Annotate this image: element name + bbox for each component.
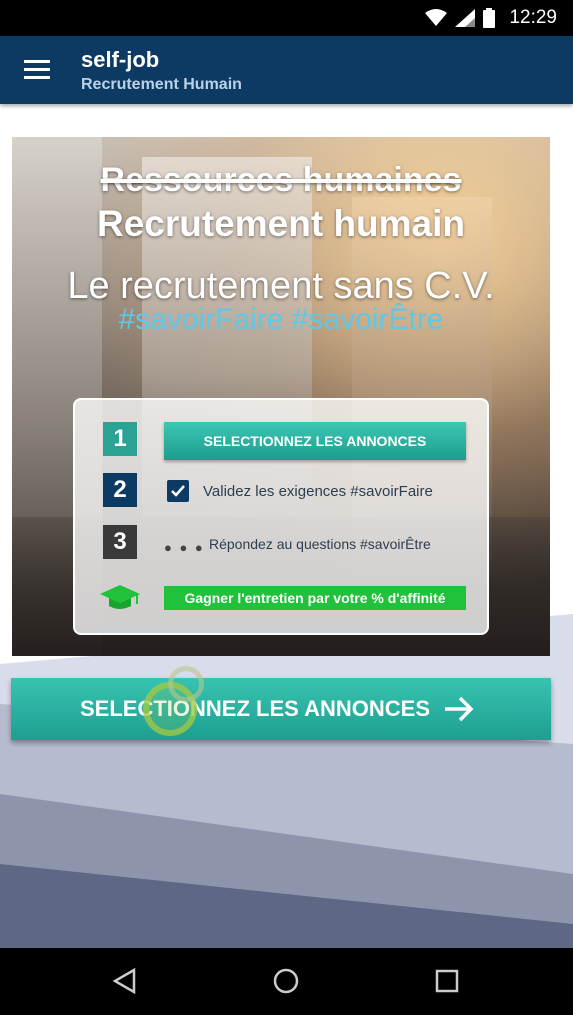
back-button[interactable]	[110, 966, 140, 996]
status-bar: 12:29	[0, 0, 573, 36]
step-2-number: 2	[103, 473, 137, 507]
step-3-number: 3	[103, 525, 137, 559]
steps-card: 1 SELECTIONNEZ LES ANNONCES 2 Validez le…	[73, 398, 489, 635]
back-icon	[112, 967, 136, 995]
arrow-right-icon	[445, 696, 474, 722]
step-1-number: 1	[103, 422, 137, 456]
step-2-label: Validez les exigences #savoirFaire	[203, 483, 433, 500]
touch-indicator-secondary	[168, 666, 204, 702]
status-icons: 12:29	[425, 6, 557, 30]
app-subtitle: Recrutement Humain	[81, 76, 242, 93]
graduation-cap-icon	[100, 585, 140, 609]
home-button[interactable]	[271, 966, 301, 996]
menu-icon	[24, 60, 50, 79]
app-bar: self-job Recrutement Humain	[0, 36, 573, 104]
hero-struck-title: Ressources humaines	[100, 161, 462, 199]
main-content: Ressources humaines Recrutement humain L…	[0, 104, 573, 948]
app-title: self-job	[81, 47, 160, 72]
step-3-label: Répondez au questions #savoirÊtre	[209, 536, 431, 552]
cta-label: SELECTIONNEZ LES ANNONCES	[80, 696, 430, 721]
hero-title: Recrutement humain	[96, 203, 465, 244]
home-icon	[273, 968, 299, 994]
menu-button[interactable]	[22, 56, 54, 84]
hero-subtitle: Le recrutement sans C.V.	[67, 265, 495, 307]
recents-icon	[435, 969, 459, 993]
hero-banner: Ressources humaines Recrutement humain L…	[12, 137, 550, 656]
signal-icon	[455, 9, 476, 27]
navigation-bar	[0, 948, 573, 1015]
wifi-icon	[425, 9, 448, 26]
step-1-button[interactable]: SELECTIONNEZ LES ANNONCES	[164, 422, 466, 460]
recents-button[interactable]	[432, 966, 462, 996]
battery-icon	[483, 8, 496, 28]
status-time: 12:29	[509, 7, 557, 28]
select-listings-button[interactable]: SELECTIONNEZ LES ANNONCES	[11, 678, 551, 740]
dots-icon: ● ● ●	[164, 540, 205, 555]
step-4-badge: Gagner l'entretien par votre % d'affinit…	[164, 586, 466, 610]
checkbox-checked-icon	[167, 480, 189, 502]
hero-hashtags: #savoirFaire #savoirÊtre	[118, 303, 444, 336]
